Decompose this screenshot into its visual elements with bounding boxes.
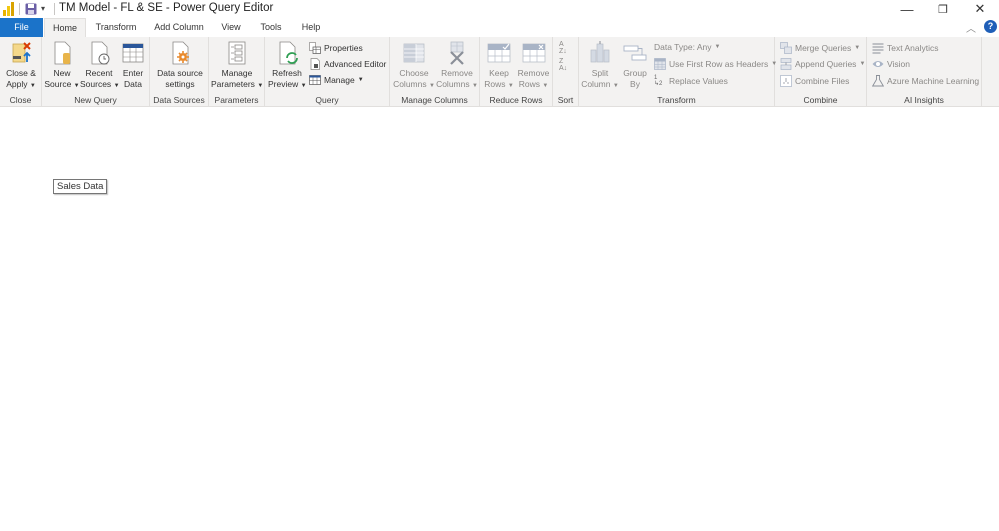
group-parameters: Manage Parameters ▼ Parameters — [209, 37, 265, 107]
group-combine: Merge Queries ▼ Append Queries ▼ Combine… — [775, 37, 867, 107]
data-source-settings-icon — [172, 41, 189, 65]
separator — [54, 3, 55, 15]
separator — [19, 3, 20, 15]
combine-files-button[interactable]: Combine Files — [780, 75, 849, 87]
replace-values-icon: 1 ↳2 — [654, 75, 663, 87]
manage-button[interactable]: Manage ▼ — [309, 74, 364, 86]
close-apply-icon — [12, 42, 31, 63]
replace-values-button[interactable]: 1 ↳2 Replace Values — [654, 75, 728, 87]
group-ai-insights: Text Analytics Vision Azure Machine Lear… — [867, 37, 982, 107]
table-headers-icon — [654, 58, 666, 70]
group-data-sources: Data source settings Data Sources — [150, 37, 209, 107]
sort-descending-button[interactable]: Z A↓ — [559, 58, 567, 72]
group-manage-columns: Choose Columns ▼ Remove Columns ▼ Manage… — [390, 37, 480, 107]
group-label-manage-columns: Manage Columns — [401, 95, 468, 105]
tab-transform[interactable]: Transform — [88, 18, 144, 37]
close-button[interactable]: ✕ — [962, 0, 998, 18]
group-sort: A Z↓ Z A↓ Sort — [553, 37, 579, 107]
group-label-combine: Combine — [803, 95, 838, 105]
minimize-button[interactable]: — — [889, 0, 925, 18]
group-by-icon — [623, 45, 647, 61]
group-label-ai-insights: AI Insights — [904, 95, 944, 105]
merge-queries-icon — [780, 42, 792, 54]
tab-tools[interactable]: Tools — [252, 18, 290, 37]
save-icon[interactable] — [25, 3, 37, 15]
keep-rows-button[interactable]: Keep Rows ▼ — [483, 40, 515, 92]
choose-columns-button[interactable]: Choose Columns ▼ — [392, 40, 436, 92]
remove-rows-button[interactable]: Remove Rows ▼ — [516, 40, 551, 92]
refresh-icon — [279, 41, 298, 65]
sort-ascending-button[interactable]: A Z↓ — [559, 41, 567, 55]
recent-sources-button[interactable]: Recent Sources ▼ — [80, 40, 120, 92]
group-label-reduce-rows: Reduce Rows — [489, 95, 543, 105]
tab-add-column[interactable]: Add Column — [148, 18, 210, 37]
remove-rows-icon — [522, 43, 545, 63]
group-label-query: Query — [315, 95, 339, 105]
advanced-editor-icon — [310, 58, 320, 70]
azure-machine-learning-button[interactable]: Azure Machine Learning — [872, 75, 979, 87]
refresh-preview-button[interactable]: Refresh Preview ▼ — [268, 40, 307, 92]
merge-queries-button[interactable]: Merge Queries ▼ — [780, 42, 860, 54]
split-column-icon — [590, 41, 610, 63]
main-content-area — [0, 108, 999, 531]
quick-access-dropdown-icon[interactable]: ▾ — [41, 4, 45, 13]
new-source-icon — [54, 41, 71, 65]
vision-button[interactable]: Vision — [872, 58, 910, 70]
data-source-settings-button[interactable]: Data source settings — [154, 40, 206, 90]
append-queries-button[interactable]: Append Queries ▼ — [780, 58, 865, 70]
collapse-ribbon-icon[interactable]: ︿ — [966, 20, 976, 35]
combine-files-icon — [780, 75, 792, 87]
properties-icon — [309, 42, 321, 54]
remove-columns-button[interactable]: Remove Columns ▼ — [436, 40, 478, 92]
flask-icon — [872, 75, 884, 87]
recent-sources-icon — [91, 41, 110, 65]
tab-help[interactable]: Help — [294, 18, 328, 37]
manage-parameters-icon — [228, 41, 246, 65]
power-bi-logo-icon — [3, 2, 14, 16]
title-bar: ▾ TM Model - FL & SE - Power Query Edito… — [0, 0, 999, 18]
data-type-dropdown[interactable]: Data Type: Any ▼ — [654, 42, 720, 52]
close-apply-button[interactable]: Close & Apply ▼ — [2, 40, 40, 92]
split-column-button[interactable]: Split Column ▼ — [581, 40, 619, 92]
use-first-row-as-headers-button[interactable]: Use First Row as Headers ▼ — [654, 58, 777, 70]
group-label-transform: Transform — [657, 95, 696, 105]
help-icon[interactable]: ? — [984, 20, 997, 33]
advanced-editor-button[interactable]: Advanced Editor — [309, 58, 386, 70]
text-analytics-icon — [872, 43, 884, 54]
group-label-close: Close — [9, 95, 32, 105]
text-analytics-button[interactable]: Text Analytics — [872, 42, 939, 54]
manage-parameters-button[interactable]: Manage Parameters ▼ — [211, 40, 263, 92]
choose-columns-icon — [403, 43, 425, 63]
group-reduce-rows: Keep Rows ▼ Remove Rows ▼ Reduce Rows — [480, 37, 553, 107]
group-transform: Split Column ▼ Group By Data Type: Any ▼… — [579, 37, 777, 107]
restore-button[interactable]: ❐ — [925, 0, 961, 18]
group-label-parameters: Parameters — [214, 95, 259, 105]
properties-button[interactable]: Properties — [309, 42, 363, 54]
tab-file[interactable]: File — [0, 18, 43, 37]
tab-view[interactable]: View — [214, 18, 248, 37]
vision-eye-icon — [872, 61, 884, 67]
group-label-sort: Sort — [557, 95, 574, 105]
group-new-query: New Source ▼ Recent Sources ▼ Enter Data… — [42, 37, 150, 107]
ribbon-tabs: File Home Transform Add Column View Tool… — [0, 18, 999, 37]
group-query: Refresh Preview ▼ Properties Advanced Ed… — [265, 37, 390, 107]
tab-home[interactable]: Home — [44, 18, 86, 37]
group-label-data-sources: Data Sources — [153, 95, 205, 105]
group-close: Close & Apply ▼ Close — [0, 37, 42, 107]
sort-descending-icon: Z A↓ — [559, 58, 568, 72]
sort-ascending-icon: A Z↓ — [559, 41, 567, 55]
ribbon: Close & Apply ▼ Close New Source ▼ Recen… — [0, 37, 999, 107]
enter-data-button[interactable]: Enter Data — [119, 40, 147, 90]
query-tooltip: Sales Data — [53, 179, 108, 194]
table-icon — [309, 75, 321, 85]
new-source-button[interactable]: New Source ▼ — [44, 40, 80, 92]
group-label-new-query: New Query — [74, 95, 117, 105]
window-title: TM Model - FL & SE - Power Query Editor — [59, 2, 274, 14]
group-by-button[interactable]: Group By — [620, 40, 650, 90]
keep-rows-icon — [487, 43, 511, 63]
append-queries-icon — [780, 58, 792, 70]
table-icon — [122, 43, 144, 63]
remove-columns-icon — [450, 41, 464, 65]
